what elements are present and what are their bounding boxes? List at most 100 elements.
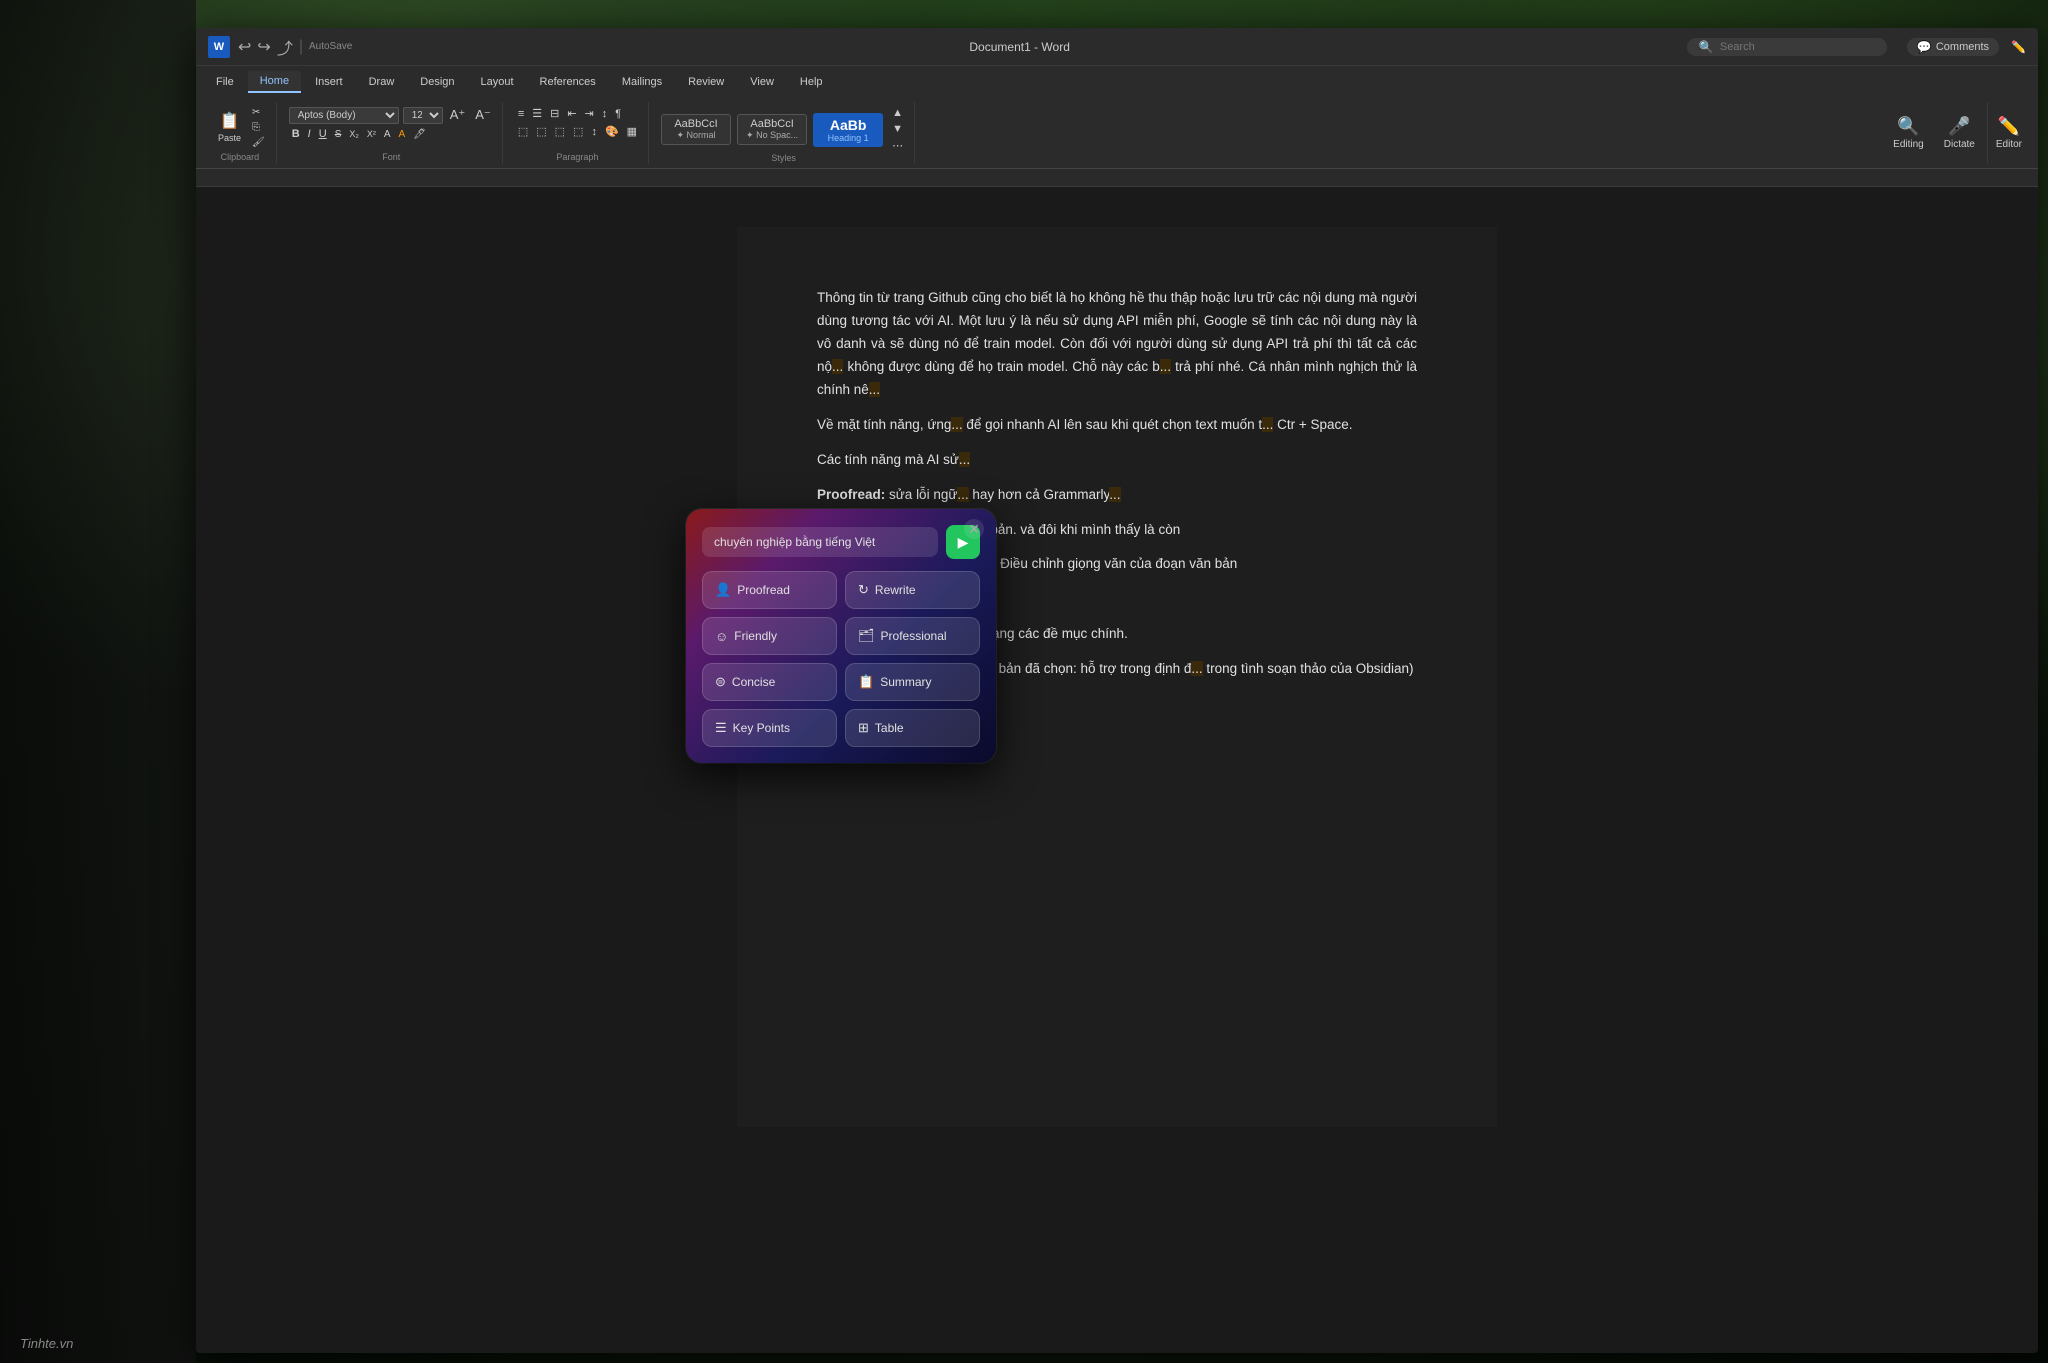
tab-design[interactable]: Design — [408, 72, 466, 92]
win-controls: ✏️ — [2011, 40, 2026, 54]
pen-icon[interactable]: ✏️ — [2011, 40, 2026, 54]
para-1: Thông tin từ trang Github cũng cho biết … — [817, 287, 1417, 402]
doc-content[interactable]: Thông tin từ trang Github cũng cho biết … — [196, 187, 2038, 1353]
justify-btn[interactable]: ⬚ — [570, 124, 586, 139]
quick-access-toolbar: ↩ ↪ ⤴ | AutoSave — [238, 35, 352, 59]
paste-icon: 📋 — [220, 111, 240, 131]
dictate-btn[interactable]: 🎤 Dictate — [1936, 102, 1983, 164]
professional-icon: 🗂 — [858, 628, 875, 644]
ai-friendly-btn[interactable]: ☺ Friendly — [702, 617, 837, 655]
ai-rewrite-btn[interactable]: ↻ Rewrite — [845, 571, 980, 609]
shrink-font-btn[interactable]: A⁻ — [472, 106, 494, 124]
ai-summary-btn[interactable]: 📋 Summary — [845, 663, 980, 701]
subscript-btn[interactable]: X₂ — [346, 128, 362, 140]
paragraph-label: Paragraph — [556, 152, 598, 162]
ribbon-toolbar: 📋 Paste ✂ ⎘ 🖌 Clipboard — [196, 98, 2038, 168]
ai-popup: ✕ ▶ 👤 Proofread ↻ Rewrite — [686, 509, 996, 763]
ruler — [196, 169, 2038, 187]
para-3: Các tính năng mà AI sử... — [817, 449, 1417, 472]
strikethrough-btn[interactable]: S — [332, 128, 345, 141]
redo-btn[interactable]: ↪ — [257, 37, 270, 57]
superscript-btn[interactable]: X² — [364, 128, 379, 140]
summary-icon: 📋 — [858, 674, 874, 690]
line-spacing-btn[interactable]: ↕ — [588, 125, 600, 139]
tab-file[interactable]: File — [204, 72, 246, 92]
tab-home[interactable]: Home — [248, 71, 301, 93]
tab-review[interactable]: Review — [676, 72, 736, 92]
watermark-text: Tinhte.vn — [20, 1336, 73, 1351]
style-normal-btn[interactable]: AaBbCcI ✦ Normal — [661, 114, 731, 145]
comments-label: Comments — [1936, 41, 1989, 53]
clipboard-group: 📋 Paste ✂ ⎘ 🖌 Clipboard — [204, 102, 277, 164]
highlight-btn[interactable]: 🖊 — [410, 128, 429, 141]
search-input[interactable] — [1720, 41, 1860, 53]
font-name-select[interactable]: Aptos (Body) — [289, 107, 399, 124]
outline-btn[interactable]: ⊟ — [547, 106, 562, 121]
shading-btn[interactable]: 🎨 — [602, 124, 622, 139]
font-color-btn[interactable]: A — [396, 128, 409, 141]
window-title: Document1 - Word — [360, 38, 1679, 56]
styles-arrows: ▲ ▼ ⋯ — [889, 106, 906, 153]
rewrite-label: Rewrite — [875, 583, 916, 597]
show-marks-btn[interactable]: ¶ — [612, 107, 624, 121]
summary-label: Summary — [880, 675, 931, 689]
tab-layout[interactable]: Layout — [469, 72, 526, 92]
ai-proofread-btn[interactable]: 👤 Proofread — [702, 571, 837, 609]
editor-btn[interactable]: ✏️ Editor — [1987, 102, 2030, 164]
sort-btn[interactable]: ↕ — [599, 107, 611, 121]
tab-view[interactable]: View — [738, 72, 786, 92]
styles-group: AaBbCcI ✦ Normal AaBbCcI ✦ No Spac... Aa… — [653, 102, 915, 164]
bullets-btn[interactable]: ≡ — [515, 107, 527, 121]
indent-decrease-btn[interactable]: ⇤ — [564, 106, 579, 121]
clipboard-mini-btns: ✂ ⎘ 🖌 — [249, 106, 268, 149]
ribbon-tab-bar: File Home Insert Draw Design Layout Refe… — [196, 66, 2038, 98]
editing-btn[interactable]: 🔍 Editing — [1893, 116, 1924, 150]
proofread-label: Proofread — [737, 583, 790, 597]
styles-up-btn[interactable]: ▲ — [889, 106, 906, 120]
borders-btn[interactable]: ▦ — [624, 124, 640, 139]
paste-btn[interactable]: 📋 Paste — [212, 108, 247, 146]
ai-table-btn[interactable]: ⊞ Table — [845, 709, 980, 747]
save-btn[interactable]: ⤴ — [277, 35, 293, 59]
ai-concise-btn[interactable]: ⊜ Concise — [702, 663, 837, 701]
keypoints-label: Key Points — [733, 721, 790, 735]
comments-btn[interactable]: 💬 Comments — [1907, 38, 1999, 56]
clear-format-btn[interactable]: A — [381, 128, 394, 141]
italic-btn[interactable]: I — [305, 127, 314, 141]
ai-popup-close-btn[interactable]: ✕ — [964, 519, 984, 539]
indent-increase-btn[interactable]: ⇥ — [582, 106, 597, 121]
cut-btn[interactable]: ✂ — [249, 106, 268, 119]
style-heading1-btn[interactable]: AaBb Heading 1 — [813, 113, 883, 147]
align-left-btn[interactable]: ⬚ — [515, 124, 531, 139]
ai-professional-btn[interactable]: 🗂 Professional — [845, 617, 980, 655]
table-icon: ⊞ — [858, 720, 869, 736]
styles-more-btn[interactable]: ⋯ — [889, 138, 906, 153]
search-icon: 🔍 — [1699, 40, 1714, 54]
para-row1: ≡ ☰ ⊟ ⇤ ⇥ ↕ ¶ — [515, 106, 640, 121]
tab-help[interactable]: Help — [788, 72, 835, 92]
font-size-select[interactable]: 12 — [403, 107, 443, 124]
bold-btn[interactable]: B — [289, 127, 303, 141]
align-center-btn[interactable]: ⬚ — [533, 124, 549, 139]
font-row1: Aptos (Body) 12 A⁺ A⁻ — [289, 106, 494, 124]
style-nospace-btn[interactable]: AaBbCcI ✦ No Spac... — [737, 114, 807, 145]
tab-insert[interactable]: Insert — [303, 72, 355, 92]
para-row2: ⬚ ⬚ ⬚ ⬚ ↕ 🎨 ▦ — [515, 124, 640, 139]
undo-btn[interactable]: ↩ — [238, 37, 251, 57]
styles-down-btn[interactable]: ▼ — [889, 122, 906, 136]
ai-text-input[interactable] — [702, 527, 938, 557]
format-painter-btn[interactable]: 🖌 — [249, 136, 268, 149]
underline-btn[interactable]: U — [316, 127, 330, 141]
tab-references[interactable]: References — [528, 72, 608, 92]
grow-font-btn[interactable]: A⁺ — [447, 106, 469, 124]
tab-mailings[interactable]: Mailings — [610, 72, 674, 92]
ai-keypoints-btn[interactable]: ☰ Key Points — [702, 709, 837, 747]
search-box[interactable]: 🔍 — [1687, 38, 1887, 56]
doc-area: Thông tin từ trang Github cũng cho biết … — [196, 169, 2038, 1353]
title-bar: W ↩ ↪ ⤴ | AutoSave Document1 - Word 🔍 — [196, 28, 2038, 66]
copy-btn[interactable]: ⎘ — [249, 121, 268, 134]
word-main: Thông tin từ trang Github cũng cho biết … — [196, 169, 2038, 1353]
align-right-btn[interactable]: ⬚ — [552, 124, 568, 139]
numbered-btn[interactable]: ☰ — [529, 106, 545, 121]
tab-draw[interactable]: Draw — [357, 72, 407, 92]
